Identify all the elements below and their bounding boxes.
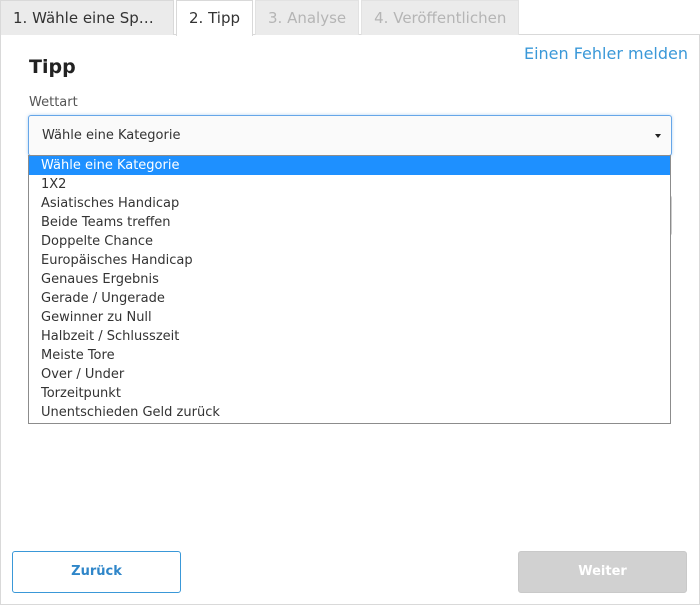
tab-analyse: 3. Analyse	[255, 0, 360, 35]
tab-sport[interactable]: 1. Wähle eine Sportart	[0, 0, 174, 35]
back-button[interactable]: Zurück	[12, 551, 181, 593]
tab-publish: 4. Veröffentlichen	[361, 0, 520, 35]
dropdown-option[interactable]: 1X2	[29, 175, 670, 194]
next-button[interactable]: Weiter	[518, 551, 687, 593]
section-title: Tipp	[29, 56, 76, 78]
bet-type-label: Wettart	[29, 95, 78, 110]
wizard-tabs: 1. Wähle eine Sportart 2. Tipp 3. Analys…	[0, 0, 521, 36]
dropdown-option[interactable]: Gewinner zu Null	[29, 308, 670, 327]
bet-type-dropdown-list: Wähle eine Kategorie 1X2 Asiatisches Handi…	[28, 155, 671, 424]
dropdown-option[interactable]: Meiste Tore	[29, 346, 670, 365]
report-error-link[interactable]: Einen Fehler melden	[524, 44, 688, 63]
dropdown-option[interactable]: Doppelte Chance	[29, 232, 670, 251]
dropdown-option[interactable]: Halbzeit / Schlusszeit	[29, 327, 670, 346]
bet-type-selected-value: Wähle eine Kategorie	[42, 128, 181, 143]
dropdown-option[interactable]: Wähle eine Kategorie	[29, 156, 670, 175]
dropdown-option[interactable]: Europäisches Handicap	[29, 251, 670, 270]
dropdown-option[interactable]: Asiatisches Handicap	[29, 194, 670, 213]
dropdown-option[interactable]: Genaues Ergebnis	[29, 270, 670, 289]
dropdown-option[interactable]: Gerade / Ungerade	[29, 289, 670, 308]
caret-down-icon	[655, 134, 661, 138]
bet-type-select[interactable]: Wähle eine Kategorie	[28, 115, 672, 156]
dropdown-option[interactable]: Unentschieden Geld zurück	[29, 403, 670, 422]
tab-tipp[interactable]: 2. Tipp	[176, 0, 253, 36]
dropdown-option[interactable]: Beide Teams treffen	[29, 213, 670, 232]
dropdown-option[interactable]: Torzeitpunkt	[29, 384, 670, 403]
dropdown-option[interactable]: Over / Under	[29, 365, 670, 384]
